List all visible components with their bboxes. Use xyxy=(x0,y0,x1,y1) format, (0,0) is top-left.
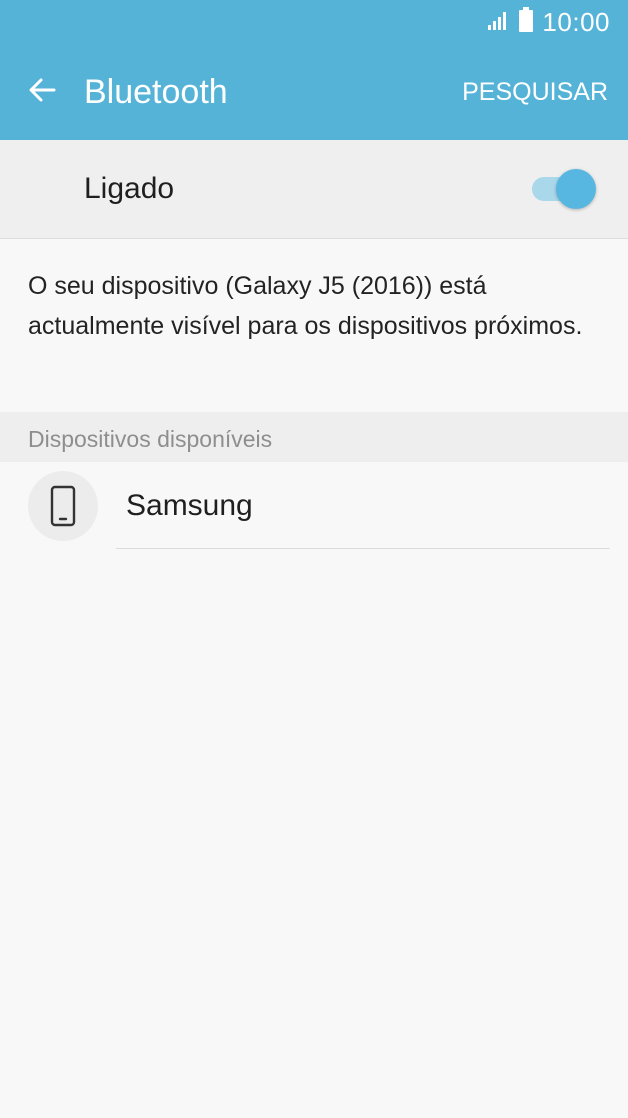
search-button[interactable]: PESQUISAR xyxy=(462,76,608,108)
device-name: Samsung xyxy=(126,489,253,522)
switch-thumb xyxy=(556,169,596,209)
back-button[interactable] xyxy=(18,68,66,116)
divider xyxy=(116,548,610,549)
available-devices-header: Dispositivos disponíveis xyxy=(0,412,628,462)
bluetooth-toggle-label: Ligado xyxy=(84,172,175,205)
device-item-samsung[interactable]: Samsung xyxy=(0,462,628,550)
section-header-label: Dispositivos disponíveis xyxy=(28,426,273,452)
status-bar: 10:00 xyxy=(0,0,628,44)
app-bar: Bluetooth PESQUISAR xyxy=(0,44,628,140)
smartphone-icon xyxy=(28,471,98,541)
signal-icon xyxy=(486,8,510,37)
bluetooth-toggle-row[interactable]: Ligado xyxy=(0,140,628,239)
status-time: 10:00 xyxy=(542,6,610,37)
visibility-message: O seu dispositivo (Galaxy J5 (2016)) est… xyxy=(28,272,583,340)
arrow-left-icon xyxy=(26,74,58,111)
status-icons: 10:00 xyxy=(486,6,610,38)
page-title: Bluetooth xyxy=(84,73,228,111)
battery-icon xyxy=(518,6,534,38)
bluetooth-switch[interactable] xyxy=(530,169,596,209)
